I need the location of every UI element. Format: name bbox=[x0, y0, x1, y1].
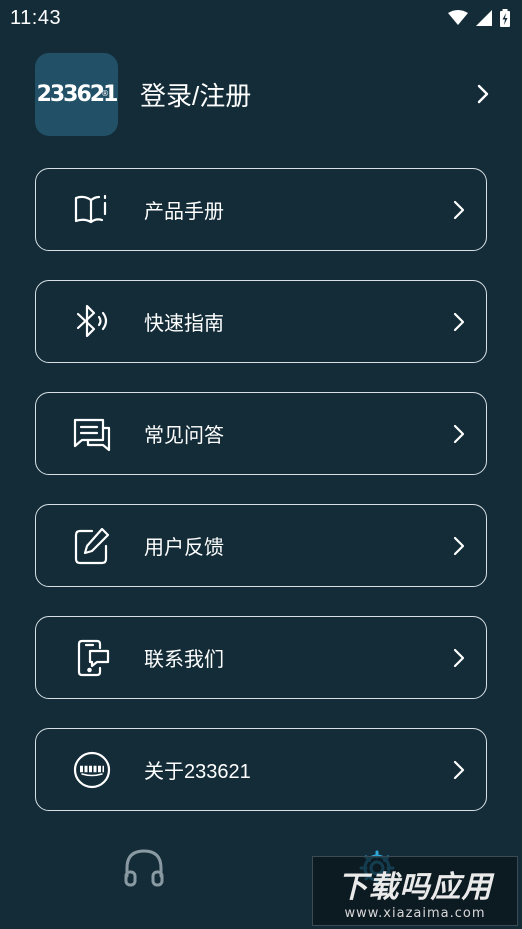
menu-item-quick-guide[interactable]: 快速指南 bbox=[35, 280, 487, 363]
watermark-title: 下载吗应用 bbox=[337, 869, 493, 905]
cellular-signal-icon bbox=[476, 10, 492, 26]
menu-item-label: 常见问答 bbox=[144, 425, 224, 447]
menu-item-label: 产品手册 bbox=[144, 201, 224, 223]
menu-item-contact-us[interactable]: 联系我们 bbox=[35, 616, 487, 699]
chevron-right-icon bbox=[448, 199, 470, 221]
chevron-right-icon bbox=[448, 647, 470, 669]
menu-item-label: 联系我们 bbox=[144, 649, 224, 671]
menu-item-faq[interactable]: 常见问答 bbox=[35, 392, 487, 475]
login-register-row[interactable]: 233621 ® 登录/注册 bbox=[35, 52, 497, 136]
menu-item-about[interactable]: 关于233621 bbox=[35, 728, 487, 811]
brand-logo-icon bbox=[72, 750, 112, 790]
status-icons bbox=[448, 9, 510, 27]
chevron-right-icon bbox=[471, 82, 495, 106]
bluetooth-icon bbox=[72, 302, 112, 342]
chat-icon bbox=[72, 414, 112, 454]
chevron-right-icon bbox=[448, 311, 470, 333]
wifi-icon bbox=[448, 10, 468, 26]
chevron-right-icon bbox=[448, 535, 470, 557]
book-icon bbox=[72, 190, 112, 230]
login-register-label: 登录/注册 bbox=[140, 80, 252, 111]
edit-icon bbox=[72, 526, 112, 566]
watermark-url: www.xiazaima.com bbox=[344, 905, 486, 921]
menu-item-label: 用户反馈 bbox=[144, 537, 224, 559]
chevron-right-icon bbox=[448, 759, 470, 781]
app-logo: 233621 ® bbox=[35, 52, 118, 136]
menu-item-label: 快速指南 bbox=[144, 313, 224, 335]
watermark-overlay: 下载吗应用 www.xiazaima.com bbox=[312, 856, 518, 926]
logo-registered-mark: ® bbox=[101, 88, 109, 98]
tab-headset[interactable] bbox=[120, 846, 168, 894]
battery-charging-icon bbox=[500, 9, 510, 27]
headset-icon bbox=[122, 846, 166, 895]
menu-item-label: 关于233621 bbox=[144, 761, 251, 783]
menu-list: 产品手册 快速指南 常见问答 用户反馈 联系我们 关于233621 bbox=[35, 168, 487, 840]
chevron-right-icon bbox=[448, 423, 470, 445]
status-bar: 11:43 bbox=[0, 0, 522, 36]
phone-message-icon bbox=[72, 638, 112, 678]
menu-item-feedback[interactable]: 用户反馈 bbox=[35, 504, 487, 587]
menu-item-product-manual[interactable]: 产品手册 bbox=[35, 168, 487, 251]
status-time: 11:43 bbox=[10, 6, 62, 29]
